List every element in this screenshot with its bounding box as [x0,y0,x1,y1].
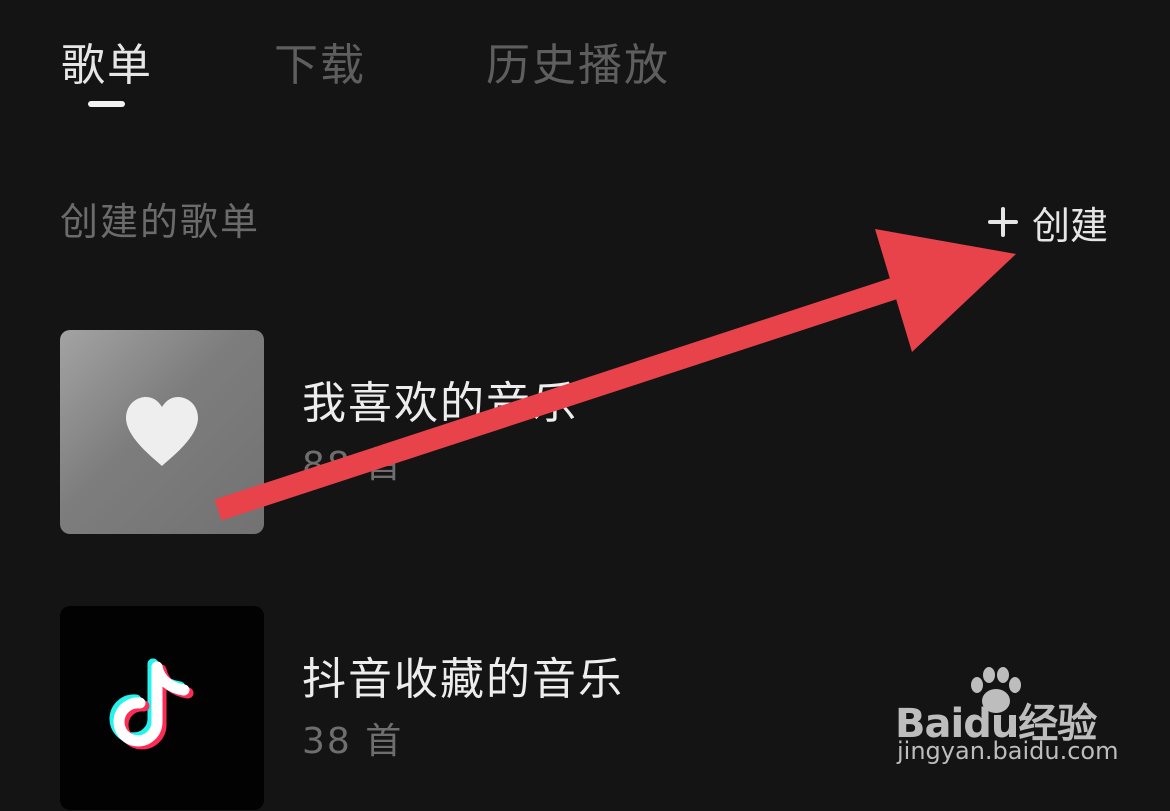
douyin-logo-icon [109,658,194,750]
playlist-title: 抖音收藏的音乐 [302,654,624,705]
playlist-cover [60,606,264,810]
create-playlist-button[interactable]: 创建 [987,196,1108,248]
playlist-cover [60,330,264,534]
playlist-title: 我喜欢的音乐 [302,378,578,429]
active-tab-indicator [88,101,125,107]
playlist-item-liked[interactable]: 我喜欢的音乐 88 首 [60,330,1110,535]
plus-icon [987,207,1018,237]
baidu-jingyan-watermark: Baidu经验 jingyan.baidu.com [895,665,1155,775]
tab-history[interactable]: 历史播放 [486,38,670,94]
section-title: 创建的歌单 [60,200,261,244]
heart-icon [126,397,198,466]
playlist-count: 38 首 [302,721,404,762]
watermark-site: jingyan.baidu.com [897,737,1119,765]
playlist-count: 88 首 [302,445,404,486]
tab-playlists[interactable]: 歌单 [61,38,153,94]
tab-bar: 歌单 下载 历史播放 [0,0,1170,130]
tab-downloads[interactable]: 下载 [274,38,366,94]
create-label: 创建 [1031,203,1108,248]
